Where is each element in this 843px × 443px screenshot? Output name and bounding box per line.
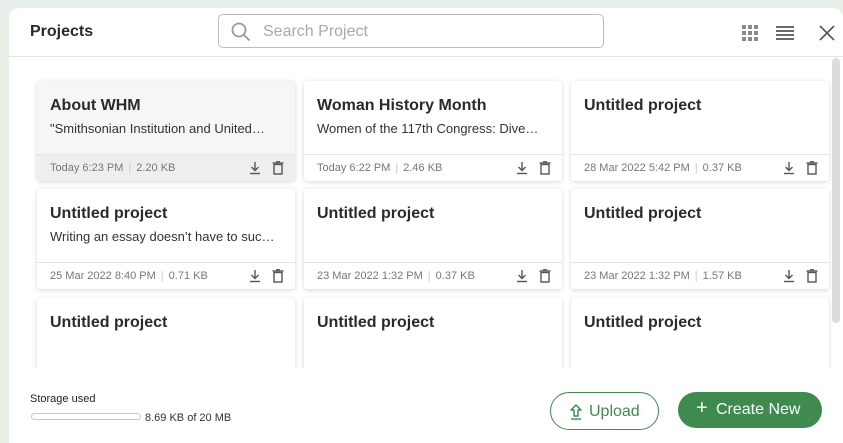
project-title: Untitled project xyxy=(584,97,702,114)
project-meta: 23 Mar 2022 1:32 PM | 1.57 KB xyxy=(584,270,742,282)
scrollbar[interactable] xyxy=(832,58,840,323)
trash-icon[interactable] xyxy=(539,269,551,283)
dialog-title: Projects xyxy=(30,23,94,40)
project-date: 23 Mar 2022 1:32 PM xyxy=(317,270,423,282)
meta-separator: | xyxy=(160,270,164,282)
download-icon[interactable] xyxy=(515,269,529,283)
project-title: Untitled project xyxy=(584,205,702,222)
project-size: 1.57 KB xyxy=(702,270,742,282)
project-card[interactable]: Untitled project 23 Mar 2022 1:32 PM | 0.37… xyxy=(304,189,562,289)
storage-label: Storage used xyxy=(30,393,96,405)
dialog-footer: Storage used 8.69 KB of 20 MB Upload + C… xyxy=(9,368,843,443)
project-description: "Smithsonian Institution and United… xyxy=(50,121,265,136)
projects-dialog: Projects About WHM"Smithsoni xyxy=(9,8,843,443)
project-card-footer: Today 6:23 PM | 2.20 KB xyxy=(37,154,295,181)
project-size: 2.20 KB xyxy=(136,162,176,174)
download-icon[interactable] xyxy=(515,161,529,175)
upload-icon xyxy=(570,404,582,420)
project-date: Today 6:22 PM xyxy=(317,162,391,174)
meta-separator: | xyxy=(128,162,132,174)
project-date: Today 6:23 PM xyxy=(50,162,124,174)
project-title: Woman History Month xyxy=(317,97,487,114)
project-card[interactable]: About WHM "Smithsonian Institution and Un… xyxy=(37,81,295,181)
project-description: Writing an essay doesn’t have to suc… xyxy=(50,229,275,244)
project-description: Women of the 117th Congress: Dive… xyxy=(317,121,539,136)
upload-label: Upload xyxy=(589,403,640,420)
search-input[interactable] xyxy=(263,22,593,42)
project-date: 25 Mar 2022 8:40 PM xyxy=(50,270,156,282)
project-card[interactable]: Untitled project 28 Mar 2022 5:42 PM | 0.37… xyxy=(571,81,829,181)
project-title: Untitled project xyxy=(584,314,702,331)
plus-icon: + xyxy=(696,397,708,419)
project-date: 23 Mar 2022 1:32 PM xyxy=(584,270,690,282)
project-title: Untitled project xyxy=(317,314,435,331)
meta-separator: | xyxy=(694,162,698,174)
download-icon[interactable] xyxy=(248,161,262,175)
project-card-footer: Today 6:22 PM | 2.46 KB xyxy=(304,154,562,181)
project-card-footer: 25 Mar 2022 8:40 PM | 0.71 KB xyxy=(37,262,295,289)
create-new-label: Create New xyxy=(716,401,801,418)
project-size: 0.37 KB xyxy=(702,162,742,174)
download-icon[interactable] xyxy=(782,161,796,175)
project-title: Untitled project xyxy=(317,205,435,222)
create-new-button[interactable]: + Create New xyxy=(678,392,822,428)
project-card[interactable]: Untitled project xyxy=(304,298,562,368)
project-grid: About WHM "Smithsonian Institution and Un… xyxy=(9,58,843,368)
meta-separator: | xyxy=(395,162,399,174)
trash-icon[interactable] xyxy=(272,269,284,283)
storage-text: 8.69 KB of 20 MB xyxy=(145,412,232,424)
close-icon[interactable] xyxy=(817,23,837,43)
meta-separator: | xyxy=(694,270,698,282)
project-card[interactable]: Untitled project 23 Mar 2022 1:32 PM | 1.57… xyxy=(571,189,829,289)
download-icon[interactable] xyxy=(248,269,262,283)
project-meta: 28 Mar 2022 5:42 PM | 0.37 KB xyxy=(584,162,742,174)
project-size: 0.71 KB xyxy=(168,270,208,282)
project-title: About WHM xyxy=(50,97,141,114)
storage-progress-bar xyxy=(31,413,141,420)
project-card-footer: 28 Mar 2022 5:42 PM | 0.37 KB xyxy=(571,154,829,181)
upload-button[interactable]: Upload xyxy=(550,392,659,430)
search-icon xyxy=(231,22,251,42)
trash-icon[interactable] xyxy=(539,161,551,175)
project-card-footer: 23 Mar 2022 1:32 PM | 1.57 KB xyxy=(571,262,829,289)
project-size: 0.37 KB xyxy=(435,270,475,282)
project-meta: 25 Mar 2022 8:40 PM | 0.71 KB xyxy=(50,270,208,282)
trash-icon[interactable] xyxy=(806,161,818,175)
project-meta: Today 6:23 PM | 2.20 KB xyxy=(50,162,175,174)
project-meta: 23 Mar 2022 1:32 PM | 0.37 KB xyxy=(317,270,475,282)
project-title: Untitled project xyxy=(50,205,168,222)
trash-icon[interactable] xyxy=(806,269,818,283)
dialog-header: Projects xyxy=(9,8,843,57)
project-card-footer: 23 Mar 2022 1:32 PM | 0.37 KB xyxy=(304,262,562,289)
project-card[interactable]: Woman History Month Women of the 117th Co… xyxy=(304,81,562,181)
project-card[interactable]: Untitled project xyxy=(571,298,829,368)
grid-view-icon[interactable] xyxy=(740,23,760,43)
project-card[interactable]: Untitled project Writing an essay doesn’t… xyxy=(37,189,295,289)
project-size: 2.46 KB xyxy=(403,162,443,174)
list-view-icon[interactable] xyxy=(775,23,795,43)
trash-icon[interactable] xyxy=(272,161,284,175)
project-meta: Today 6:22 PM | 2.46 KB xyxy=(317,162,442,174)
project-card[interactable]: Untitled project xyxy=(37,298,295,368)
project-title: Untitled project xyxy=(50,314,168,331)
download-icon[interactable] xyxy=(782,269,796,283)
project-date: 28 Mar 2022 5:42 PM xyxy=(584,162,690,174)
meta-separator: | xyxy=(427,270,431,282)
search-box[interactable] xyxy=(218,14,604,48)
